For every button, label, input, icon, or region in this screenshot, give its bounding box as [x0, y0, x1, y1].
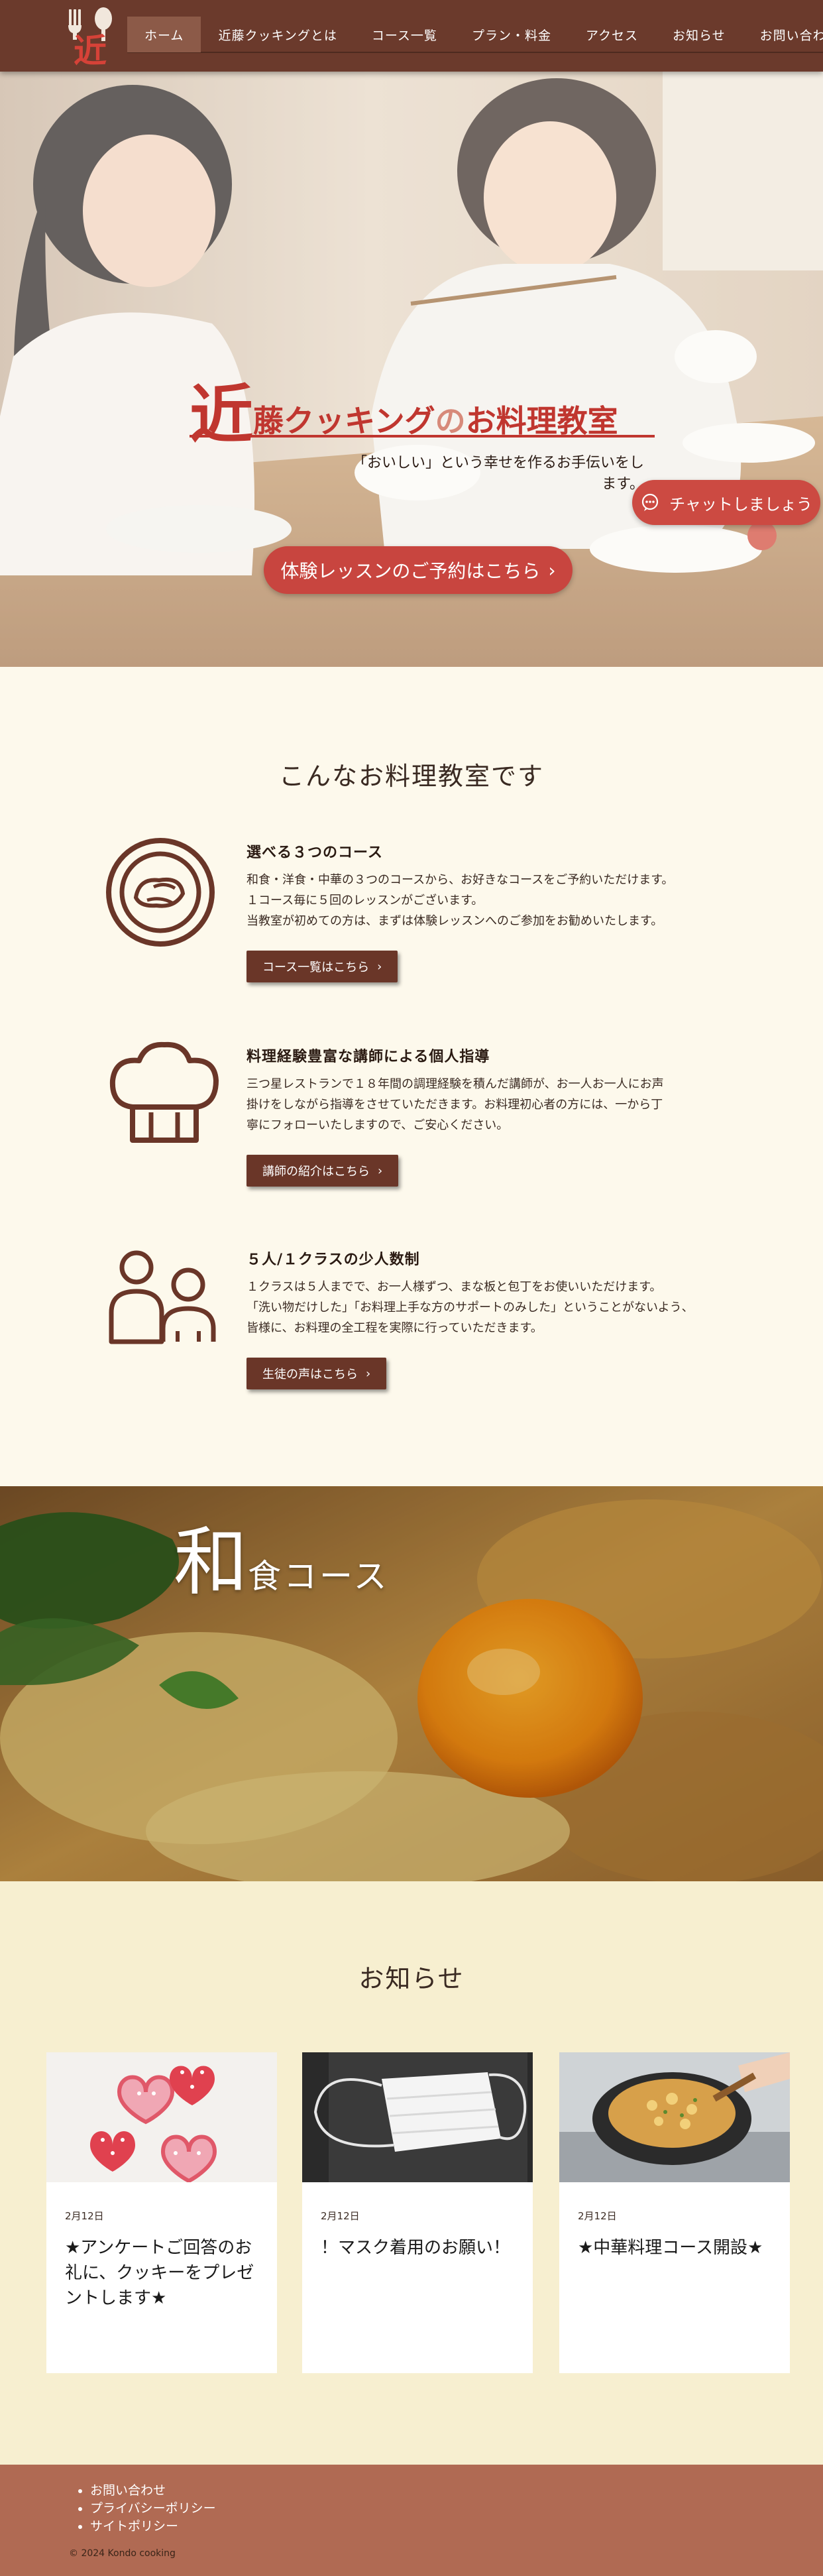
plate-icon — [106, 837, 225, 956]
cookies-image — [46, 2052, 277, 2182]
feature-small-class: ５人/１クラスの少人数制 １クラスは５人までで、お一人様ずつ、まな板と包丁をお使… — [106, 1244, 742, 1416]
hero-subtitle: 「おいしい」という幸せを作るお手伝いをします。 — [352, 455, 644, 493]
news-date: 2月12日 — [65, 2210, 104, 2222]
news-title[interactable]: ！マスク着用のお願い！ — [321, 2235, 520, 2260]
chat-bubble-icon — [642, 493, 659, 511]
chat-button-label: チャットしましょう — [669, 495, 812, 514]
reviews-link-button[interactable]: 生徒の声はこちら › — [247, 1358, 387, 1389]
hero-title: 近藤クッキングのお料理教室 — [190, 363, 653, 455]
feature-description: １クラスは５人までで、お一人様ずつ、まな板と包丁をお使いいただけます。 「洗い物… — [247, 1280, 694, 1335]
feature-courses: 選べる３つのコース 和食・洋食・中華の３つのコースから、お好きなコースをご予約い… — [106, 837, 742, 1009]
nav-about[interactable]: 近藤クッキングとは — [201, 17, 354, 52]
chevron-right-icon: › — [366, 1366, 371, 1381]
hero-title-big-char: 近 — [190, 378, 253, 452]
hero-title-underline — [190, 435, 655, 438]
hero-section: 近藤クッキングのお料理教室 「おいしい」という幸せを作るお手伝いをします。 チャ… — [0, 72, 823, 667]
nav-plans[interactable]: プラン・料金 — [455, 17, 569, 52]
trial-lesson-label: 体験レッスンのご予約はこちら — [280, 560, 541, 582]
banner-title-kanji: 和 — [174, 1519, 248, 1606]
about-section-title: こんなお料理教室です — [278, 762, 544, 791]
hero-title-particle: の — [435, 403, 466, 439]
news-card[interactable]: 2月12日 ★アンケートご回答のお礼に、クッキーをプレゼントします★ — [46, 2052, 277, 2373]
feature-instructor: 料理経験豊富な講師による個人指導 三つ星レストランで１８年間の調理経験を積んだ講… — [106, 1041, 742, 1213]
nav-contact[interactable]: お問い合わせ — [743, 17, 823, 52]
hero-title-part1: 藤クッキング — [253, 403, 435, 439]
feature-description: 三つ星レストランで１８年間の調理経験を積んだ講師が、お一人お一人にお声 掛けをし… — [247, 1077, 664, 1132]
instructor-link-button[interactable]: 講師の紹介はこちら › — [247, 1155, 399, 1187]
chat-button[interactable]: チャットしましょう — [632, 480, 820, 525]
footer-link-privacy[interactable]: プライバシーポリシー — [90, 2500, 216, 2518]
courses-link-button[interactable]: コース一覧はこちら › — [247, 951, 398, 982]
footer-link-contact[interactable]: お問い合わせ — [90, 2482, 216, 2500]
feature-title: 料理経験豊富な講師による個人指導 — [247, 1049, 490, 1065]
news-date: 2月12日 — [578, 2210, 617, 2222]
news-card[interactable]: 2月12日 ★中華料理コース開設★ — [559, 2052, 790, 2373]
washoku-banner[interactable] — [0, 1486, 823, 1881]
site-logo[interactable]: 近 — [60, 5, 121, 70]
news-card[interactable]: 2月12日 ！マスク着用のお願い！ — [302, 2052, 533, 2373]
chevron-right-icon: › — [377, 959, 382, 974]
copyright: © 2024 Kondo cooking — [69, 2548, 176, 2559]
mask-image — [302, 2052, 533, 2182]
news-section-title: お知らせ — [358, 1964, 465, 1993]
news-date: 2月12日 — [321, 2210, 360, 2222]
feature-title: 選べる３つのコース — [247, 845, 383, 861]
oyakodon-photo — [0, 1486, 823, 1881]
news-title[interactable]: ★中華料理コース開設★ — [578, 2235, 777, 2260]
fried-rice-image — [559, 2052, 790, 2182]
feature-title: ５人/１クラスの少人数制 — [247, 1252, 420, 1268]
nav-home[interactable]: ホーム — [127, 17, 201, 52]
footer-links: お問い合わせ プライバシーポリシー サイトポリシー — [78, 2482, 216, 2536]
washoku-banner-title: 和食コース — [174, 1502, 390, 1610]
main-nav: ホーム 近藤クッキングとは コース一覧 プラン・料金 アクセス お知らせ お問い… — [127, 17, 823, 53]
people-icon — [106, 1244, 225, 1363]
site-header: 近 ホーム 近藤クッキングとは コース一覧 プラン・料金 アクセス お知らせ お… — [0, 0, 823, 72]
banner-title-rest: 食コース — [248, 1557, 390, 1596]
site-footer: お問い合わせ プライバシーポリシー サイトポリシー © 2024 Kondo c… — [0, 2465, 823, 2576]
feature-description: 和食・洋食・中華の３つのコースから、お好きなコースをご予約いただけます。 １コー… — [247, 873, 674, 928]
nav-access[interactable]: アクセス — [569, 17, 655, 52]
hero-title-part2: お料理教室 — [465, 403, 618, 439]
news-title[interactable]: ★アンケートご回答のお礼に、クッキーをプレゼントします★ — [65, 2235, 264, 2311]
trial-lesson-button[interactable]: 体験レッスンのご予約はこちら › — [264, 546, 573, 594]
nav-courses[interactable]: コース一覧 — [355, 17, 455, 52]
chef-hat-icon — [106, 1041, 225, 1160]
chevron-right-icon: › — [548, 559, 556, 581]
footer-link-site-policy[interactable]: サイトポリシー — [90, 2518, 216, 2536]
svg-text:近: 近 — [74, 31, 107, 66]
chevron-right-icon: › — [378, 1163, 383, 1178]
nav-news[interactable]: お知らせ — [655, 17, 743, 52]
